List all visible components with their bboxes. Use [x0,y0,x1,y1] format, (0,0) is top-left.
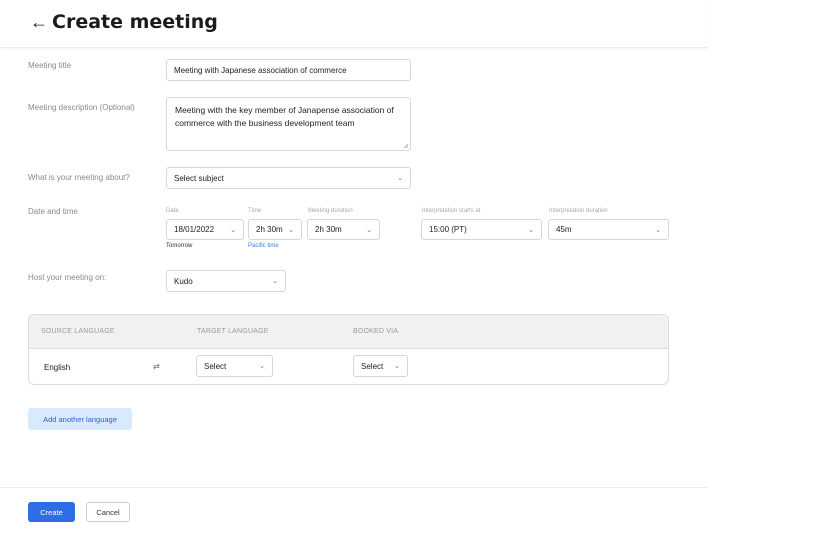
add-language-button[interactable]: Add another language [28,408,132,430]
source-language-header: SOURCE LANGUAGE [41,328,115,335]
chevron-down-icon: ⌄ [230,226,236,234]
meeting-title-input[interactable]: Meeting with Japanese association of com… [166,59,411,81]
chevron-down-icon: ⌄ [655,226,661,234]
chevron-down-icon: ⌄ [528,226,534,234]
swap-icon[interactable]: ⇄ [153,362,160,371]
interpretation-start-select[interactable]: 15:00 (PT) ⌄ [421,219,542,240]
duration-select[interactable]: 2h 30m ⌄ [307,219,380,240]
target-language-value: Select [204,361,227,371]
back-arrow-icon[interactable]: ← [30,12,48,33]
duration-sublabel: Meeting duration [308,208,353,214]
meeting-title-label: Meeting title [28,61,72,70]
date-time-label: Date and time [28,207,78,216]
target-language-select[interactable]: Select ⌄ [196,355,273,377]
duration-value: 2h 30m [315,225,342,234]
interpretation-duration-select[interactable]: 45m ⌄ [548,219,669,240]
resize-handle-icon[interactable] [403,143,409,149]
meeting-subject-select[interactable]: Select subject ⌄ [166,167,411,189]
chevron-down-icon: ⌄ [288,226,294,234]
meeting-subject-label: What is your meeting about? [28,173,130,182]
chevron-down-icon: ⌄ [397,175,403,182]
time-select[interactable]: 2h 30m ⌄ [248,219,302,240]
create-button[interactable]: Create [28,502,75,522]
interpretation-duration-value: 45m [556,225,572,234]
date-select[interactable]: 18/01/2022 ⌄ [166,219,244,240]
chevron-down-icon: ⌄ [272,278,278,285]
meeting-description-value: Meeting with the key member of Janapense… [175,105,394,128]
date-sublabel: Date [166,208,179,214]
meeting-subject-value: Select subject [174,173,224,183]
booked-via-select[interactable]: Select ⌄ [353,355,408,377]
date-hint: Tomorrow [166,243,193,249]
interpretation-start-sublabel: Interpretation starts at [422,208,481,214]
language-table-header: SOURCE LANGUAGE TARGET LANGUAGE BOOKED V… [29,315,668,349]
booked-via-value: Select [361,361,384,371]
language-table: SOURCE LANGUAGE TARGET LANGUAGE BOOKED V… [28,314,669,385]
interpretation-duration-sublabel: Interpretation duration [549,208,608,214]
cancel-button[interactable]: Cancel [86,502,130,522]
date-value: 18/01/2022 [174,225,215,234]
booked-via-header: BOOKED VIA [353,328,399,335]
meeting-title-value: Meeting with Japanese association of com… [174,65,347,75]
host-value: Kudo [174,276,193,286]
source-language-value: English [44,363,71,372]
target-language-header: TARGET LANGUAGE [197,328,269,335]
page-title: Create meeting [52,11,218,33]
chevron-down-icon: ⌄ [259,363,265,370]
host-label: Host your meeting on: [28,273,107,282]
time-sublabel: Time [248,208,262,214]
footer-divider [0,487,708,488]
page-header: ← Create meeting [0,0,708,48]
time-value: 2h 30m [256,225,283,234]
chevron-down-icon: ⌄ [394,363,400,370]
host-select[interactable]: Kudo ⌄ [166,270,286,292]
meeting-description-label: Meeting description (Optional) [28,103,135,112]
interpretation-start-value: 15:00 (PT) [429,225,467,234]
meeting-description-textarea[interactable]: Meeting with the key member of Janapense… [166,97,411,151]
pacific-time-link[interactable]: Pacific time [248,243,279,249]
chevron-down-icon: ⌄ [366,226,372,234]
